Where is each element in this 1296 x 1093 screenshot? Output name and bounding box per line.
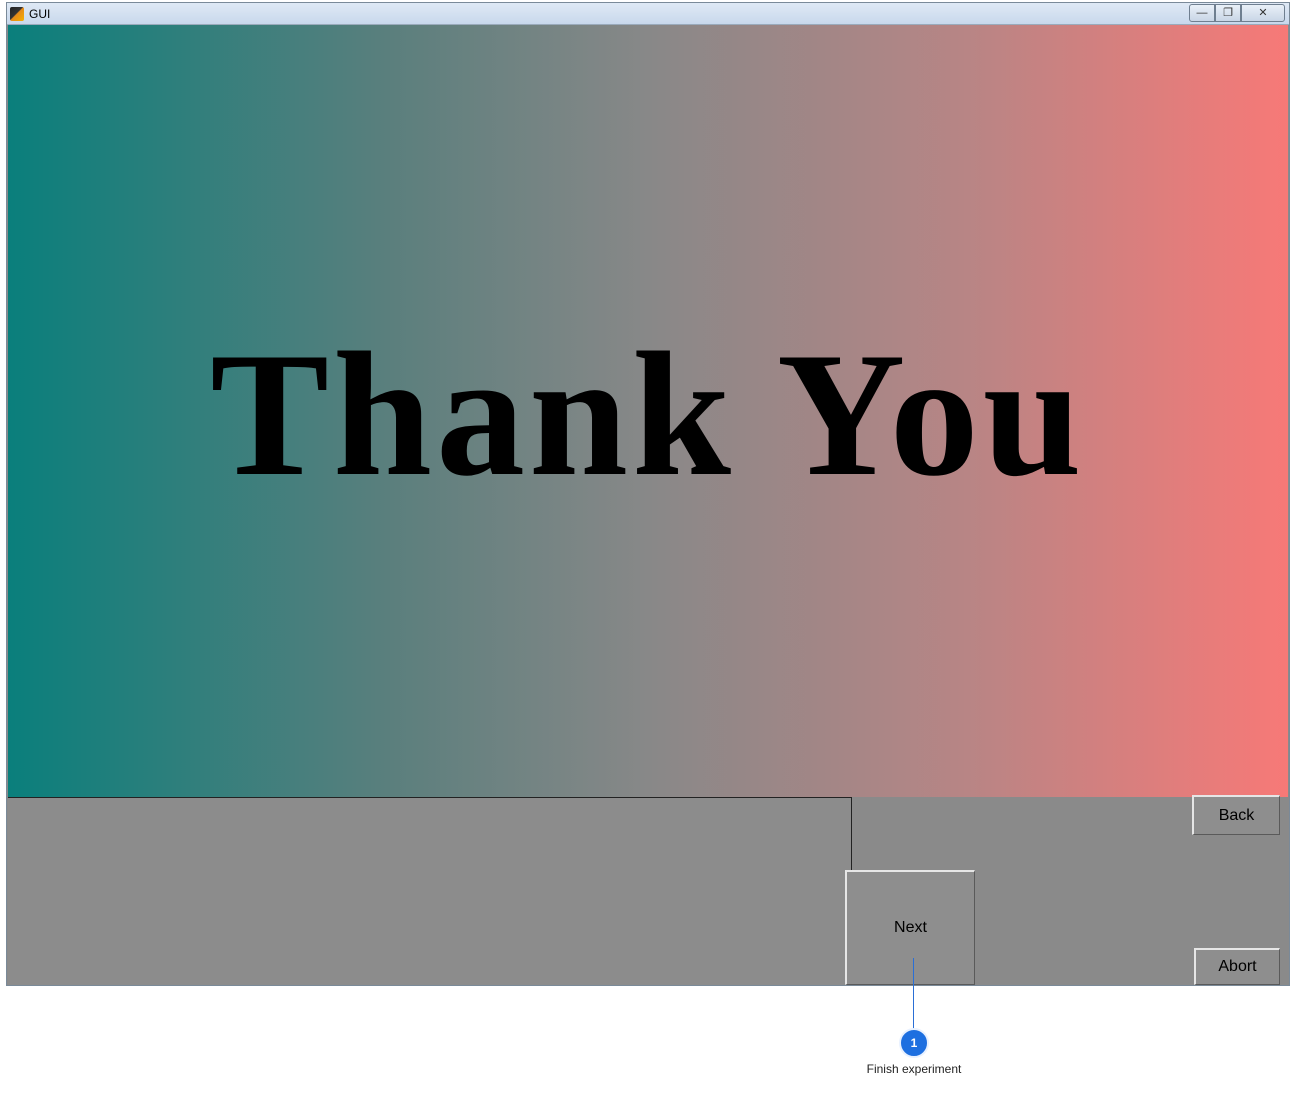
- app-window: GUI — ❐ ✕ Thank You: [6, 2, 1290, 986]
- window-controls: — ❐ ✕: [1189, 4, 1285, 22]
- matlab-app-icon: [10, 7, 24, 21]
- title-bar[interactable]: GUI — ❐ ✕: [7, 3, 1289, 25]
- abort-button[interactable]: Abort: [1194, 948, 1280, 985]
- restore-icon: ❐: [1223, 7, 1233, 19]
- restore-button[interactable]: ❐: [1215, 4, 1241, 22]
- minimize-icon: —: [1196, 7, 1208, 19]
- callout-label: Finish experiment: [866, 1062, 962, 1076]
- callout-leader-line: [913, 958, 914, 1030]
- close-button[interactable]: ✕: [1241, 4, 1285, 22]
- close-icon: ✕: [1258, 7, 1268, 19]
- minimize-button[interactable]: —: [1189, 4, 1215, 22]
- next-button[interactable]: Next: [845, 870, 975, 985]
- window-title: GUI: [29, 7, 51, 21]
- callout-marker: 1: [899, 1028, 929, 1058]
- thank-you-heading: Thank You: [210, 315, 1086, 513]
- info-panel: [8, 797, 852, 985]
- back-button[interactable]: Back: [1192, 795, 1280, 835]
- thank-you-display: Thank You: [8, 25, 1288, 797]
